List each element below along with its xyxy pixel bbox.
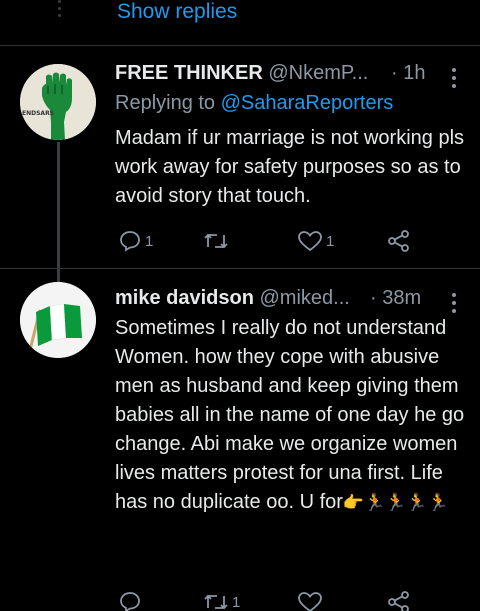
like-button[interactable] bbox=[297, 589, 326, 611]
tweet-actions: 1 bbox=[0, 589, 480, 611]
avatar[interactable] bbox=[20, 282, 96, 358]
retweet-button[interactable]: 1 bbox=[203, 589, 240, 611]
author-name[interactable]: mike davidson bbox=[115, 287, 254, 309]
retweet-icon bbox=[204, 233, 228, 249]
tweet-actions: 1 1 bbox=[0, 228, 480, 254]
tweet-2[interactable]: mike davidson @miked... · 38m Sometimes … bbox=[0, 269, 480, 611]
tweet-text: Madam if ur marriage is not working pls … bbox=[115, 127, 465, 207]
reply-icon bbox=[120, 231, 140, 252]
replying-to: Replying to @SaharaReporters bbox=[115, 92, 393, 115]
author-handle[interactable]: @miked... bbox=[260, 287, 350, 309]
replying-label: Replying to bbox=[115, 92, 216, 114]
share-button[interactable] bbox=[387, 589, 411, 611]
author-handle[interactable]: @NkemP... bbox=[268, 62, 368, 84]
reply-icon bbox=[120, 592, 140, 611]
like-count: 1 bbox=[326, 232, 335, 250]
time-value: 38m bbox=[382, 287, 422, 309]
tweet-text-content: Sometimes I really do not understand Wom… bbox=[115, 317, 465, 513]
show-replies-link[interactable]: Show replies bbox=[117, 0, 237, 24]
thread-dots bbox=[56, 0, 62, 22]
share-icon bbox=[388, 230, 409, 252]
share-button[interactable] bbox=[387, 228, 411, 254]
like-icon bbox=[298, 592, 322, 611]
reply-count: 1 bbox=[145, 232, 154, 250]
tweet-text: Sometimes I really do not understand Wom… bbox=[115, 314, 470, 517]
retweet-button[interactable] bbox=[203, 228, 232, 254]
more-vertical-icon[interactable] bbox=[452, 68, 458, 92]
retweet-count: 1 bbox=[232, 593, 241, 611]
avatar-endsars-text: ENDSARS bbox=[22, 110, 54, 117]
retweet-icon bbox=[204, 594, 228, 610]
author-name[interactable]: FREE THINKER bbox=[115, 62, 263, 84]
tweet-time: · 38m bbox=[370, 287, 422, 309]
share-icon bbox=[388, 591, 409, 611]
tweet-emojis: 👉🏃🏃🏃🏃 bbox=[342, 493, 449, 512]
like-icon bbox=[298, 231, 322, 252]
like-button[interactable]: 1 bbox=[297, 228, 334, 254]
replying-mention[interactable]: @SaharaReporters bbox=[221, 92, 394, 114]
time-value: 1h bbox=[403, 62, 426, 84]
tweet-1[interactable]: ENDSARS FREE THINKER @NkemP... · 1h Repl… bbox=[0, 46, 480, 292]
avatar[interactable]: ENDSARS bbox=[20, 64, 96, 140]
reply-button[interactable]: 1 bbox=[118, 228, 153, 254]
reply-button[interactable] bbox=[118, 589, 145, 611]
tweet-time: · 1h bbox=[391, 62, 426, 84]
